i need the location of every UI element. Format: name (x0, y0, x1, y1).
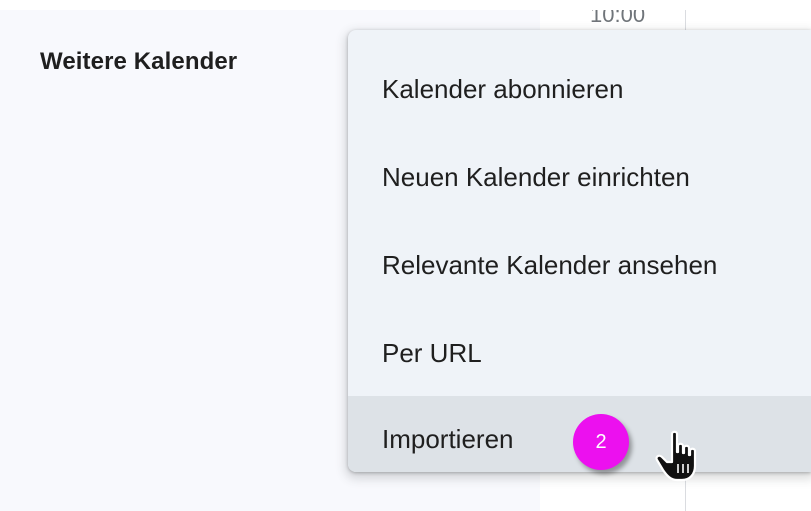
menu-item-from-url[interactable]: Per URL (348, 310, 811, 397)
menu-item-browse-relevant-calendars[interactable]: Relevante Kalender ansehen (348, 222, 811, 309)
menu-item-create-new-calendar[interactable]: Neuen Kalender einrichten (348, 134, 811, 221)
add-calendar-menu: Kalender abonnieren Neuen Kalender einri… (348, 30, 811, 472)
time-label: 10:00 (590, 10, 645, 30)
sidebar-top-strip (0, 0, 540, 10)
calendar-app-view: Weitere Kalender 10:00 Kalender abonnier… (0, 0, 811, 511)
pointing-hand-cursor-icon (655, 430, 697, 482)
time-label-text: 10:00 (590, 10, 646, 27)
other-calendars-heading[interactable]: Weitere Kalender (40, 48, 237, 76)
step-number-badge: 2 (573, 414, 629, 470)
menu-item-subscribe-calendar[interactable]: Kalender abonnieren (348, 46, 811, 133)
